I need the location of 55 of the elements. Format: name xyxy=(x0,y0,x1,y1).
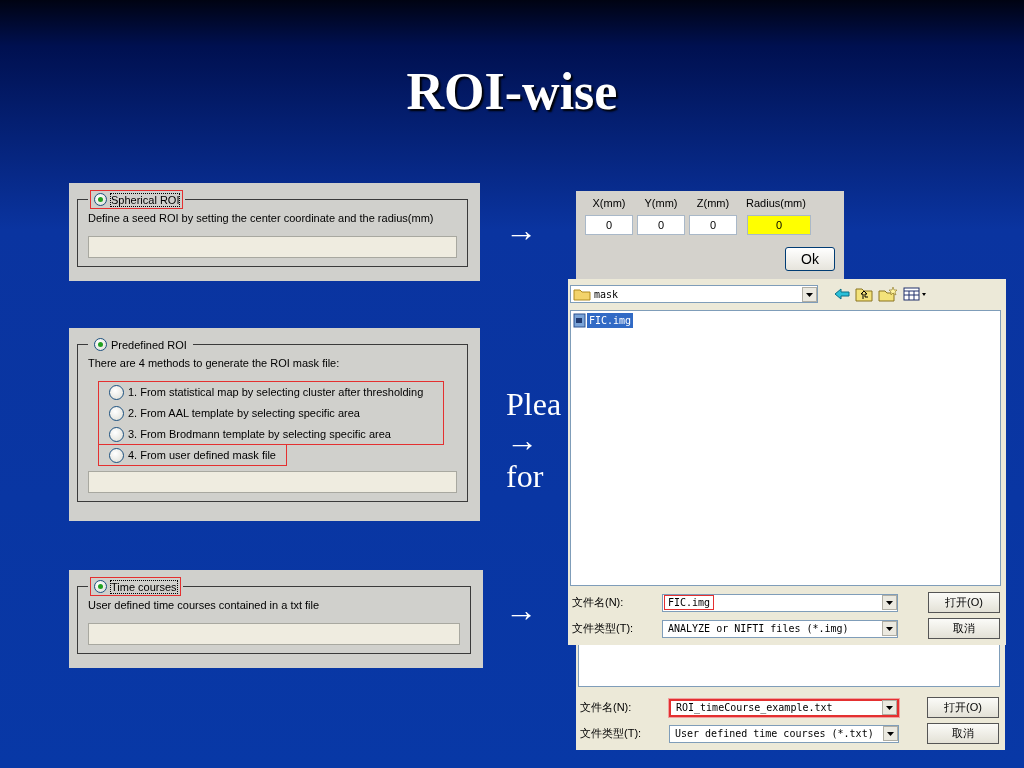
note-text: Plea xyxy=(506,386,562,422)
number-field[interactable]: 0 xyxy=(689,215,737,235)
ok-button[interactable]: Ok xyxy=(785,247,835,271)
arrow-text: → xyxy=(505,592,537,628)
note-text: for xyxy=(506,458,544,494)
radio-button[interactable] xyxy=(94,193,107,206)
option-label[interactable]: 1. From statistical map by selecting cluster after thresholding xyxy=(128,386,424,398)
field-label: 文件名(N): xyxy=(580,700,633,715)
radio-label[interactable]: Spherical ROI xyxy=(111,193,180,206)
folder-icon xyxy=(573,287,591,301)
note-text: → xyxy=(506,422,538,458)
radio-label[interactable]: Time courses xyxy=(111,580,177,593)
option-label[interactable]: 2. From AAL template by selecting specific area xyxy=(128,407,360,419)
arrow-text: → xyxy=(505,212,537,248)
folder-dropdown[interactable]: mask xyxy=(570,285,818,303)
option-label[interactable]: 4. From user defined mask file xyxy=(128,449,276,461)
folder-up-icon[interactable] xyxy=(855,286,873,302)
radio-button[interactable] xyxy=(109,447,124,463)
field-label: 文件类型(T): xyxy=(580,726,643,741)
description-text: User defined time courses contained in a txt file xyxy=(88,598,321,613)
radio-label[interactable]: Predefined ROI xyxy=(111,338,187,351)
number-field[interactable]: 0 xyxy=(585,215,633,235)
cancel-button[interactable]: 取消 xyxy=(928,618,1000,639)
new-folder-icon[interactable] xyxy=(878,286,898,302)
field-label: 文件名(N): xyxy=(572,595,625,610)
option-label[interactable]: 3. From Brodmann template by selecting specific area xyxy=(128,428,391,440)
dropdown-field[interactable]: ROI_timeCourse_example.txt xyxy=(669,698,899,717)
radio-button[interactable] xyxy=(109,426,124,442)
input-field[interactable] xyxy=(88,623,460,645)
cancel-button[interactable]: 取消 xyxy=(927,723,999,744)
radio-button[interactable] xyxy=(94,580,107,593)
open-button[interactable]: 打开(O) xyxy=(928,592,1000,613)
number-field[interactable]: 0 xyxy=(747,215,811,235)
open-button[interactable]: 打开(O) xyxy=(927,697,999,718)
slide-title: ROI-wise xyxy=(405,62,619,121)
field-label: Z(mm) xyxy=(696,197,730,210)
description-text: There are 4 methods to generate the ROI mask file: xyxy=(88,356,341,371)
dropdown-field[interactable]: ANALYZE or NIFTI files (*.img) xyxy=(662,619,898,638)
field-label: 文件类型(T): xyxy=(572,621,635,636)
radio-button[interactable] xyxy=(94,338,107,351)
field-label: X(mm) xyxy=(592,197,626,210)
field-label: Y(mm) xyxy=(644,197,678,210)
back-arrow-icon[interactable] xyxy=(834,287,850,301)
radio-button[interactable] xyxy=(109,405,124,421)
radio-button[interactable] xyxy=(109,384,124,400)
file-icon xyxy=(573,313,586,328)
dropdown-field[interactable]: User defined time courses (*.txt) xyxy=(669,724,899,743)
description-text: Define a seed ROI by setting the center coordinate and the radius(mm) xyxy=(88,211,435,226)
input-field[interactable] xyxy=(88,471,457,493)
view-menu-icon[interactable] xyxy=(903,287,927,301)
field-label: Radius(mm) xyxy=(746,197,806,210)
dropdown-field[interactable]: FIC.img xyxy=(662,593,898,612)
file-item[interactable]: FIC.img xyxy=(587,313,634,328)
number-field[interactable]: 0 xyxy=(637,215,685,235)
input-field[interactable] xyxy=(88,236,457,258)
